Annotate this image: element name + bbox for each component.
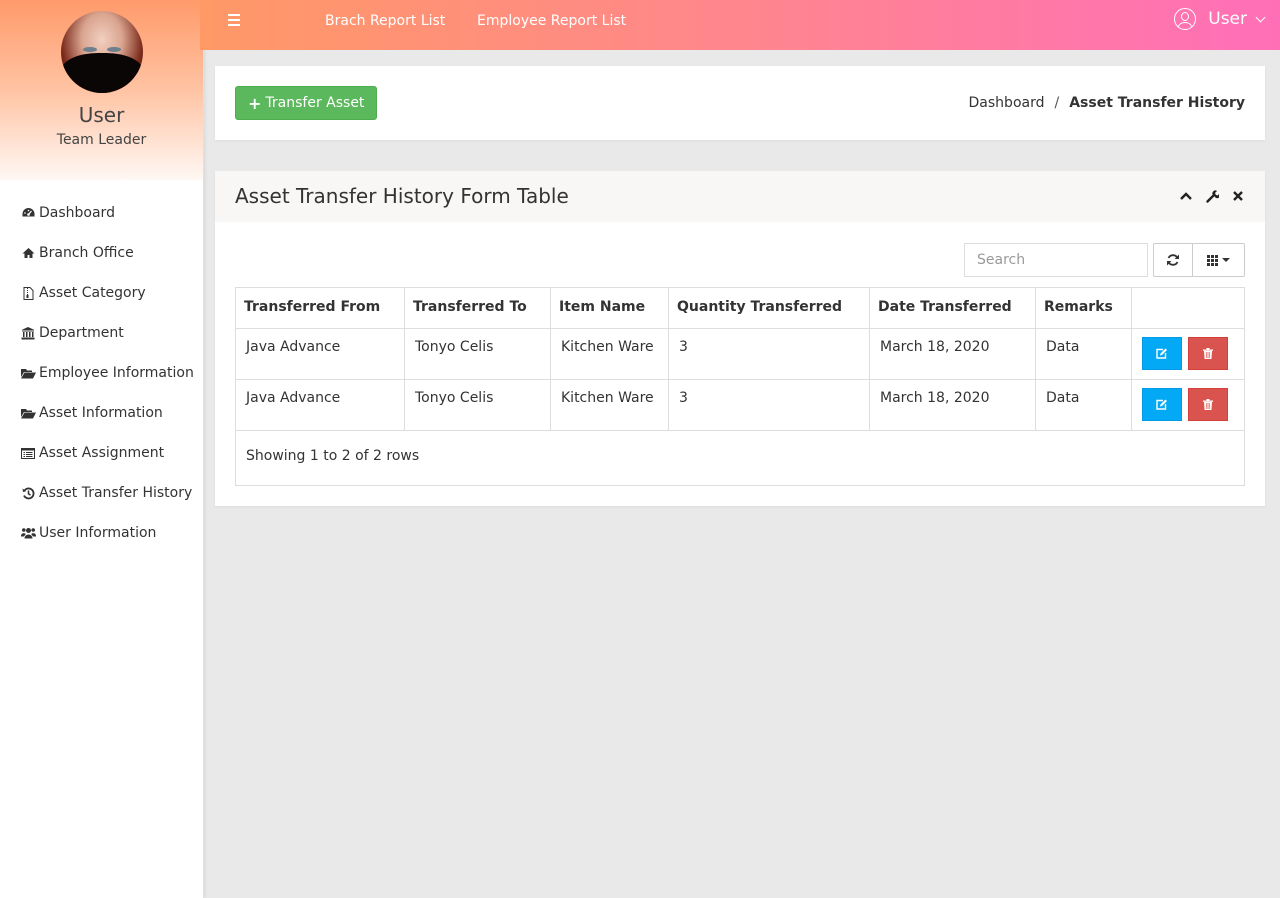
- profile-panel: User Team Leader: [0, 0, 203, 180]
- avatar: [60, 11, 143, 93]
- table-toolbar: [964, 243, 1245, 277]
- folder-open-icon: [20, 368, 36, 379]
- breadcrumb-home[interactable]: Dashboard: [969, 95, 1045, 111]
- nav-link-employee-report-list[interactable]: Employee Report List: [477, 13, 626, 29]
- cell-transferred-to: Tonyo Celis: [404, 379, 551, 431]
- cell-quantity: 3: [668, 328, 870, 380]
- cell-transferred-to: Tonyo Celis: [404, 328, 551, 380]
- profile-role: Team Leader: [56, 132, 147, 148]
- cell-quantity: 3: [668, 379, 870, 431]
- transfer-asset-label: Transfer Asset: [265, 95, 365, 111]
- cell-date: March 18, 2020: [869, 328, 1036, 380]
- sidebar-nav: Dashboard Branch Office Asset Category D…: [0, 193, 203, 553]
- page-header: + Transfer Asset Dashboard / Asset Trans…: [215, 66, 1265, 140]
- trash-icon: [1203, 399, 1213, 410]
- collapse-chevron-up-icon[interactable]: [1179, 187, 1193, 205]
- menu-toggle-icon[interactable]: [228, 14, 240, 26]
- edit-button[interactable]: [1142, 337, 1182, 370]
- edit-icon: [1156, 348, 1167, 359]
- table-button-group: [1153, 243, 1245, 277]
- user-circle-icon: [1174, 8, 1197, 30]
- cell-transferred-from: Java Advance: [235, 379, 405, 431]
- sidebar-item-asset-information[interactable]: Asset Information: [0, 393, 203, 433]
- plus-icon: +: [248, 93, 262, 113]
- users-icon: [20, 527, 36, 539]
- delete-button[interactable]: [1188, 337, 1228, 370]
- cell-actions: [1131, 379, 1245, 431]
- asset-transfer-table-card: Asset Transfer History Form Table Search…: [215, 171, 1265, 506]
- pagination-info: Showing 1 to 2 of 2 rows: [235, 430, 1245, 486]
- file-archive-icon: [20, 286, 36, 300]
- breadcrumb-separator: /: [1054, 95, 1060, 111]
- column-header-date-transferred[interactable]: Date Transferred: [869, 287, 1036, 329]
- refresh-button[interactable]: [1153, 243, 1193, 277]
- cell-item-name: Kitchen Ware: [550, 379, 669, 431]
- sidebar-item-label: Department: [39, 325, 124, 341]
- table-row: Java Advance Tonyo Celis Kitchen Ware 3 …: [235, 379, 1245, 431]
- sidebar-item-label: Asset Category: [39, 285, 146, 301]
- trash-icon: [1203, 348, 1213, 359]
- sidebar-item-label: User Information: [39, 525, 157, 541]
- column-header-transferred-from[interactable]: Transferred From: [235, 287, 405, 329]
- caret-down-icon: [1222, 258, 1230, 262]
- sidebar-item-employee-information[interactable]: Employee Information: [0, 353, 203, 393]
- cell-remarks: Data: [1035, 379, 1132, 431]
- sidebar-item-label: Asset Transfer History: [39, 485, 193, 501]
- card-title: Asset Transfer History Form Table: [235, 184, 569, 208]
- sidebar-item-asset-category[interactable]: Asset Category: [0, 273, 203, 313]
- chevron-down-icon: [1255, 12, 1266, 22]
- table-header-row: Transferred From Transferred To Item Nam…: [235, 287, 1245, 329]
- sidebar-item-branch-office[interactable]: Branch Office: [0, 233, 203, 273]
- sidebar-item-user-information[interactable]: User Information: [0, 513, 203, 553]
- sidebar-item-label: Asset Information: [39, 405, 163, 421]
- delete-button[interactable]: [1188, 388, 1228, 421]
- sidebar-item-asset-assignment[interactable]: Asset Assignment: [0, 433, 203, 473]
- edit-button[interactable]: [1142, 388, 1182, 421]
- sidebar-item-label: Dashboard: [39, 205, 115, 221]
- home-icon: [20, 247, 36, 259]
- column-header-quantity-transferred[interactable]: Quantity Transferred: [668, 287, 870, 329]
- list-alt-icon: [20, 447, 36, 459]
- refresh-icon: [1167, 254, 1179, 266]
- edit-icon: [1156, 399, 1167, 410]
- sidebar-item-dashboard[interactable]: Dashboard: [0, 193, 203, 233]
- search-input[interactable]: [964, 243, 1148, 277]
- cell-transferred-from: Java Advance: [235, 328, 405, 380]
- sidebar-item-label: Asset Assignment: [39, 445, 165, 461]
- breadcrumb-current: Asset Transfer History: [1069, 95, 1245, 111]
- transfer-asset-button[interactable]: + Transfer Asset: [235, 86, 378, 120]
- close-icon[interactable]: [1231, 187, 1245, 205]
- column-header-transferred-to[interactable]: Transferred To: [404, 287, 551, 329]
- card-header: Asset Transfer History Form Table: [215, 171, 1265, 222]
- columns-toggle-button[interactable]: [1193, 243, 1245, 277]
- history-icon: [20, 487, 36, 500]
- sidebar: User Team Leader Dashboard Branch Office…: [0, 0, 204, 898]
- sidebar-item-asset-transfer-history[interactable]: Asset Transfer History: [0, 473, 203, 513]
- asset-transfer-table: Transferred From Transferred To Item Nam…: [235, 287, 1245, 431]
- cell-item-name: Kitchen Ware: [550, 328, 669, 380]
- table-row: Java Advance Tonyo Celis Kitchen Ware 3 …: [235, 328, 1245, 380]
- breadcrumb: Dashboard / Asset Transfer History: [969, 95, 1245, 111]
- bank-icon: [20, 326, 36, 340]
- column-header-remarks[interactable]: Remarks: [1035, 287, 1132, 329]
- th-grid-icon: [1207, 254, 1218, 266]
- user-menu[interactable]: User: [1174, 8, 1266, 30]
- cell-remarks: Data: [1035, 328, 1132, 380]
- sidebar-item-label: Employee Information: [39, 365, 194, 381]
- column-header-item-name[interactable]: Item Name: [550, 287, 669, 329]
- cell-actions: [1131, 328, 1245, 380]
- card-tools: [1179, 187, 1245, 205]
- cell-date: March 18, 2020: [869, 379, 1036, 431]
- column-header-actions: [1131, 287, 1245, 329]
- dashboard-icon: [20, 207, 36, 219]
- sidebar-item-department[interactable]: Department: [0, 313, 203, 353]
- user-menu-label: User: [1208, 9, 1247, 29]
- folder-open-icon: [20, 408, 36, 419]
- sidebar-item-label: Branch Office: [39, 245, 134, 261]
- wrench-icon[interactable]: [1205, 187, 1219, 205]
- top-navbar: Brach Report List Employee Report List U…: [200, 0, 1280, 50]
- profile-name: User: [78, 103, 125, 127]
- nav-link-branch-report-list[interactable]: Brach Report List: [325, 13, 445, 29]
